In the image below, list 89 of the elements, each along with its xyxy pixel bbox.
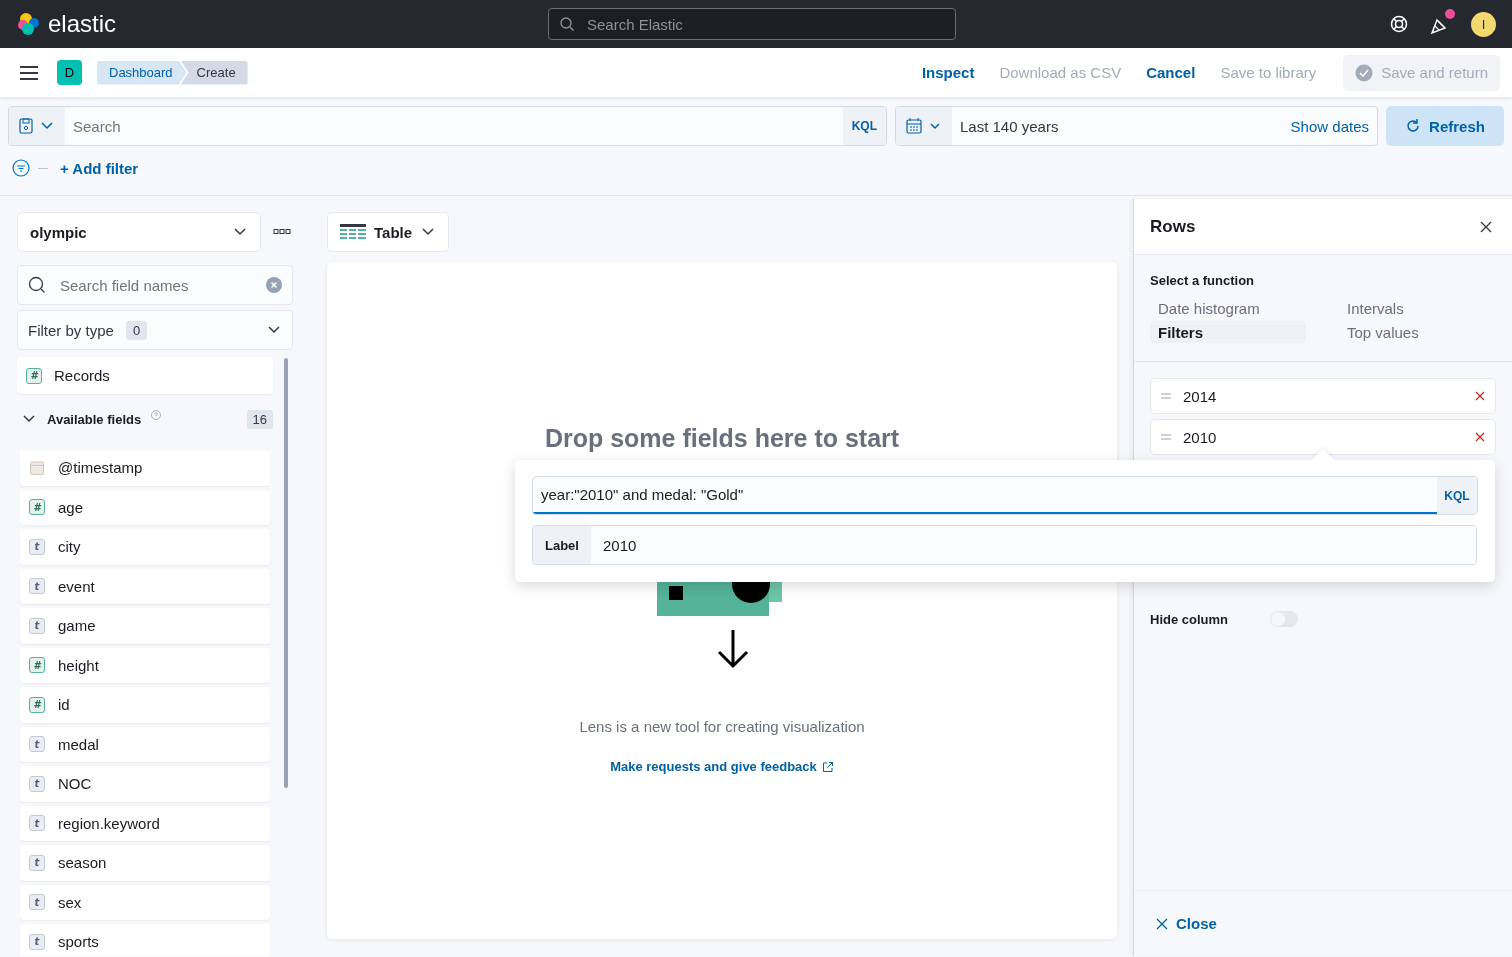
filter-by-type-button[interactable]: Filter by type 0: [17, 310, 293, 350]
refresh-button[interactable]: Refresh: [1386, 106, 1504, 146]
language-toggle[interactable]: KQL: [1437, 477, 1477, 514]
filter-icon[interactable]: [12, 159, 30, 177]
breadcrumb[interactable]: Dashboard: [97, 60, 187, 85]
field-item[interactable]: # Records: [17, 357, 273, 394]
field-type-token: t: [29, 736, 45, 753]
field-item[interactable]: # age: [20, 489, 270, 525]
field-type-token: t: [29, 894, 45, 911]
search-icon: [559, 16, 575, 32]
user-avatar[interactable]: I: [1471, 11, 1496, 37]
calendar-icon: [29, 459, 45, 476]
section-title: Available fields: [47, 411, 142, 427]
drag-handle-icon[interactable]: [1161, 393, 1171, 399]
function-option[interactable]: Filters: [1150, 321, 1306, 343]
field-item[interactable]: t sex: [20, 884, 270, 920]
remove-icon[interactable]: [1475, 432, 1485, 442]
elastic-logo-icon: [16, 11, 42, 37]
help-icon: [151, 410, 162, 420]
refresh-icon: [1405, 118, 1422, 134]
field-item[interactable]: t sports: [20, 924, 270, 956]
close-icon[interactable]: [1480, 220, 1492, 233]
menu-icon[interactable]: [20, 65, 38, 80]
field-type-token: #: [26, 367, 42, 384]
label-field[interactable]: Label 2010: [532, 525, 1477, 565]
toolbar-link[interactable]: Inspect: [921, 64, 975, 81]
drag-handle-icon[interactable]: [1161, 434, 1171, 440]
field-item[interactable]: # height: [20, 647, 270, 683]
table-icon: [340, 223, 366, 241]
function-option[interactable]: Intervals: [1339, 297, 1512, 319]
field-type-token: t: [29, 617, 45, 634]
panel-title: Rows: [1150, 216, 1196, 237]
field-item[interactable]: t NOC: [20, 766, 270, 802]
field-item[interactable]: t season: [20, 845, 270, 881]
feedback-link[interactable]: Make requests and give feedback: [610, 759, 834, 774]
external-link-icon: [821, 760, 834, 773]
close-button[interactable]: Close: [1150, 914, 1223, 933]
add-filter-link[interactable]: + Add filter: [56, 159, 139, 177]
toolbar-link[interactable]: Cancel: [1146, 64, 1196, 81]
search-icon: [28, 276, 46, 294]
show-dates-link[interactable]: Show dates: [1282, 117, 1377, 135]
close-icon: [1156, 917, 1168, 930]
logo-text: elastic: [48, 10, 117, 38]
calendar-icon: [906, 118, 922, 134]
field-type-token: #: [29, 657, 45, 674]
field-type-token: t: [29, 775, 45, 792]
field-type-token: t: [29, 815, 45, 832]
query-bar[interactable]: Search KQL: [8, 106, 887, 146]
breadcrumb[interactable]: Create: [180, 60, 248, 85]
clear-icon[interactable]: [266, 277, 282, 293]
search-field[interactable]: Search Elastic: [548, 8, 956, 40]
field-type-token: t: [29, 538, 45, 555]
field-item[interactable]: @timestamp: [20, 450, 270, 486]
save-icon: [19, 118, 33, 134]
query-field[interactable]: year:"2010" and medal: "Gold": [533, 477, 1437, 514]
query-editor[interactable]: year:"2010" and medal: "Gold" KQL: [532, 476, 1478, 515]
field-item[interactable]: # id: [20, 687, 270, 723]
field-type-token: t: [29, 933, 45, 950]
field-item[interactable]: t city: [20, 529, 270, 565]
filter-item[interactable]: 2010: [1150, 419, 1496, 455]
setting-label: Hide column: [1150, 611, 1228, 627]
saved-query-button[interactable]: [9, 107, 65, 145]
check-circle-icon: [1355, 63, 1374, 82]
field-type-token: t: [29, 578, 45, 595]
function-option[interactable]: Date histogram: [1150, 297, 1306, 319]
field-item[interactable]: t game: [20, 608, 270, 644]
field-item[interactable]: t event: [20, 568, 270, 604]
date-picker-button[interactable]: [896, 107, 952, 145]
field-item[interactable]: t region.keyword: [20, 805, 270, 841]
field-type-token: t: [29, 854, 45, 871]
index-pattern-select[interactable]: olympic: [17, 212, 261, 252]
description-text: Lens is a new tool for creating visualization: [579, 718, 865, 735]
space-avatar[interactable]: D: [57, 60, 82, 85]
search-input[interactable]: Search Elastic: [585, 14, 945, 34]
field-type-token: #: [29, 696, 45, 713]
section-label: Select a function: [1150, 273, 1256, 288]
filter-item[interactable]: 2014: [1150, 378, 1496, 414]
more-icon[interactable]: [273, 228, 291, 236]
field-item[interactable]: t medal: [20, 726, 270, 762]
search-input[interactable]: Search field names: [58, 275, 254, 295]
lifebuoy-icon[interactable]: [1389, 14, 1409, 34]
field-type-token: #: [29, 499, 45, 516]
empty-state-title: Drop some fields here to start: [544, 424, 900, 453]
time-range-text: Last 140 years: [959, 117, 1060, 135]
remove-icon[interactable]: [1475, 391, 1485, 401]
field-count: 16: [246, 409, 273, 429]
language-toggle[interactable]: KQL: [842, 107, 886, 145]
chart-type-select[interactable]: Table: [327, 212, 450, 252]
function-option[interactable]: Top values: [1339, 321, 1512, 343]
